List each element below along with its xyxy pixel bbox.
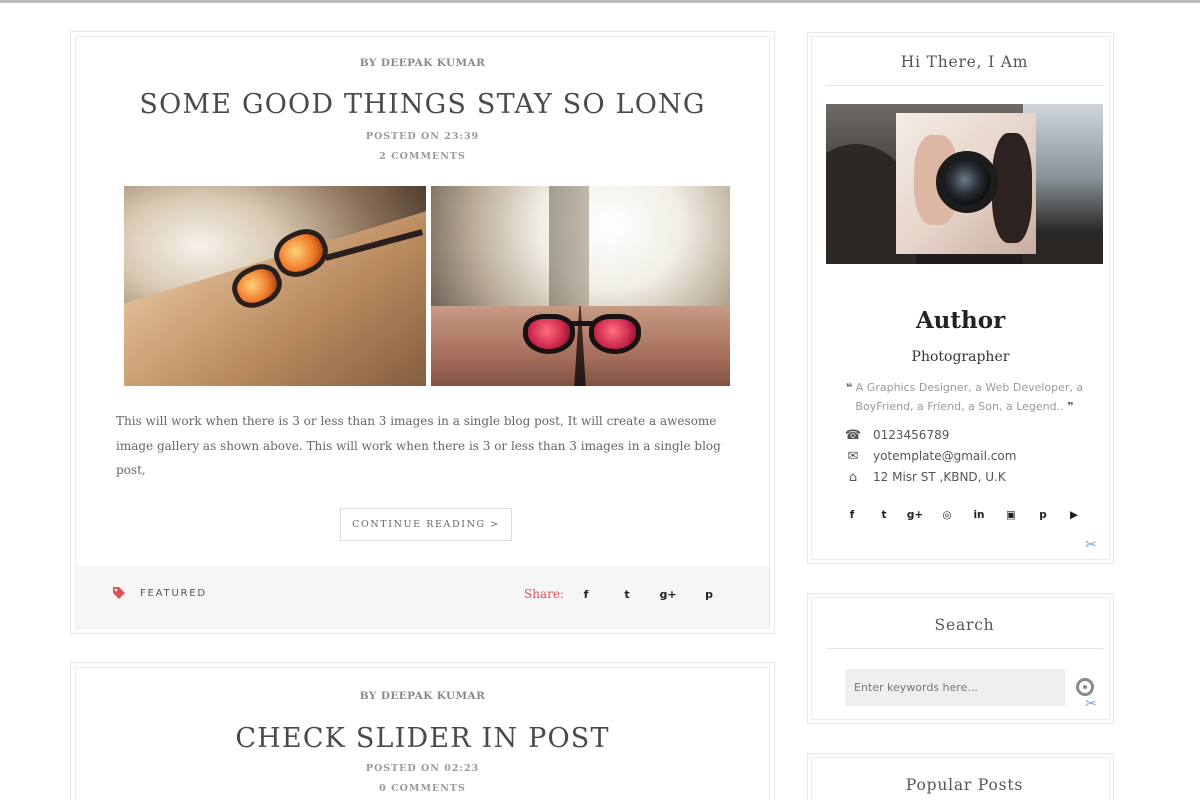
contact-email-text[interactable]: yotemplate@gmail.com (873, 449, 1016, 463)
widget-title: Search (934, 616, 995, 634)
author-bio: ❝ A Graphics Designer, a Web Developer, … (838, 378, 1091, 416)
quote-close-icon: ❞ (1067, 400, 1074, 413)
camera-lens (936, 151, 998, 213)
social-youtube-icon[interactable]: ▶ (1064, 505, 1084, 525)
author-bio-text: A Graphics Designer, a Web Developer, a … (855, 381, 1084, 413)
post-card-inner: BY DEEPAK KUMAR CHECK SLIDER IN POST POS… (75, 667, 770, 800)
share-label: Share: (524, 587, 564, 601)
social-instagram-icon[interactable]: ◎ (937, 505, 957, 525)
top-rule (0, 0, 1200, 3)
post-date: POSTED ON 23:39 (365, 131, 480, 142)
post-card-inner: BY DEEPAK KUMAR SOME GOOD THINGS STAY SO… (75, 36, 770, 629)
post-excerpt: This will work when there is 3 or less t… (116, 414, 721, 477)
author-name: Author (915, 307, 1006, 334)
search-widget: Search ✂ (807, 593, 1114, 724)
share-pinterest-icon[interactable]: p (699, 585, 719, 605)
gallery-image-sunglasses-left[interactable] (124, 186, 426, 386)
home-icon: ⌂ (848, 470, 858, 485)
author-avatar (896, 113, 1036, 254)
post-byline[interactable]: BY DEEPAK KUMAR (76, 690, 769, 702)
social-linkedin-icon[interactable]: in (969, 505, 989, 525)
post-title[interactable]: SOME GOOD THINGS STAY SO LONG (76, 89, 769, 120)
search-icon[interactable] (1076, 678, 1094, 696)
contact-phone-text: 0123456789 (873, 428, 950, 442)
social-flickr-icon[interactable]: ▣ (1001, 505, 1021, 525)
widget-title: Hi There, I Am (900, 53, 1029, 71)
widget-title: Popular Posts (905, 776, 1024, 794)
author-banner-image (826, 104, 1103, 264)
share-google-plus-icon[interactable]: g+ (658, 585, 678, 605)
contact-address-text: 12 Misr ST ,KBND, U.K (873, 470, 1006, 484)
search-input[interactable] (845, 669, 1065, 706)
social-google-plus-icon[interactable]: g+ (905, 505, 925, 525)
post-comments-link[interactable]: 2 COMMENTS (76, 151, 769, 162)
popular-posts-widget-inner: Popular Posts (811, 757, 1110, 800)
share-facebook-icon[interactable]: f (576, 585, 596, 605)
post-date: POSTED ON 02:23 (365, 763, 480, 774)
tag-icon (113, 587, 125, 599)
post-footer: FEATURED Share: f t g+ p (76, 566, 769, 628)
author-widget: Hi There, I Am Author Photographer ❝ A G… (807, 32, 1114, 564)
author-role: Photographer (911, 349, 1010, 365)
author-widget-inner: Hi There, I Am Author Photographer ❝ A G… (811, 36, 1110, 560)
post-byline[interactable]: BY DEEPAK KUMAR (76, 57, 769, 69)
post-comments-link[interactable]: 0 COMMENTS (76, 783, 769, 794)
edit-widget-icon[interactable]: ✂ (1082, 536, 1100, 554)
post-card: BY DEEPAK KUMAR SOME GOOD THINGS STAY SO… (70, 31, 775, 634)
share-twitter-icon[interactable]: t (617, 585, 637, 605)
gallery-image-sunglasses-right[interactable] (431, 186, 730, 386)
envelope-icon: ✉ (847, 449, 859, 464)
widget-divider (826, 648, 1103, 649)
social-facebook-icon[interactable]: f (842, 505, 862, 525)
continue-reading-button[interactable]: CONTINUE READING > (340, 508, 512, 541)
popular-posts-widget: Popular Posts (807, 753, 1114, 800)
quote-open-icon: ❝ (845, 381, 853, 394)
social-pinterest-icon[interactable]: p (1033, 505, 1053, 525)
search-widget-inner: Search ✂ (811, 597, 1110, 720)
social-twitter-icon[interactable]: t (874, 505, 894, 525)
post-tag-link[interactable]: FEATURED (140, 588, 207, 599)
post-card: BY DEEPAK KUMAR CHECK SLIDER IN POST POS… (70, 662, 775, 800)
post-title[interactable]: CHECK SLIDER IN POST (76, 723, 769, 754)
widget-divider (826, 85, 1103, 86)
phone-icon: ☎ (844, 428, 862, 443)
edit-widget-icon[interactable]: ✂ (1082, 695, 1100, 713)
